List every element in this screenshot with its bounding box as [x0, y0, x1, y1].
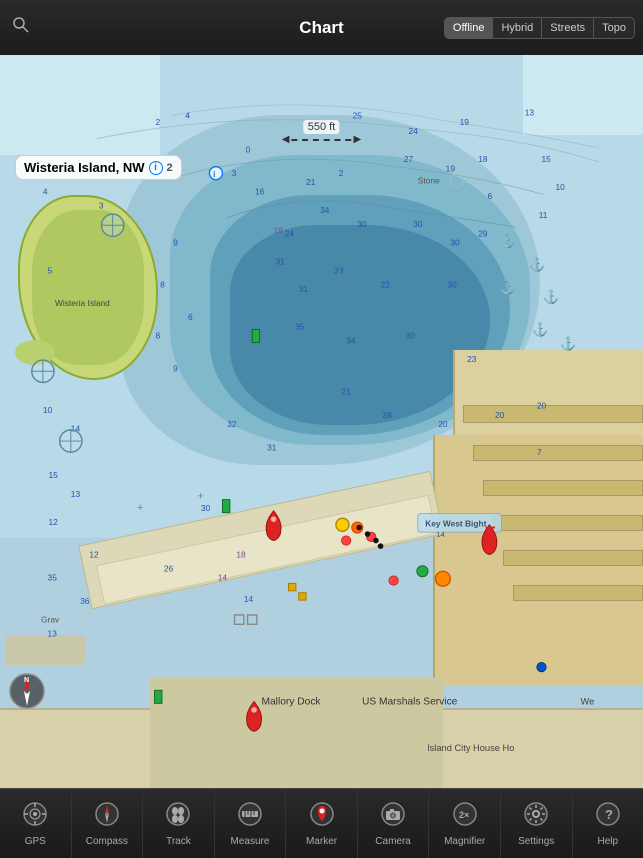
distance-arrow-right: ▶	[354, 134, 362, 145]
info-icon[interactable]: i	[149, 161, 163, 175]
bottom-item-settings[interactable]: Settings	[501, 789, 573, 858]
distance-arrow-left: ◀	[282, 134, 290, 145]
map-type-topo[interactable]: Topo	[594, 18, 634, 38]
compass-icon	[94, 801, 120, 833]
distance-line	[292, 139, 352, 141]
page-title: Chart	[299, 18, 343, 38]
bottom-item-camera[interactable]: Camera	[358, 789, 430, 858]
measure-icon	[237, 801, 263, 833]
help-icon: ?	[595, 801, 621, 833]
compass-rose[interactable]: N	[8, 672, 44, 708]
track-label: Track	[166, 836, 191, 847]
location-name: Wisteria Island, NW	[24, 160, 145, 175]
map-type-offline[interactable]: Offline	[445, 18, 494, 38]
map-area[interactable]: 18 18 14 2 4 25 24 19 13 18 15 10 19 27 …	[0, 55, 643, 788]
gps-label: GPS	[25, 836, 46, 847]
map-type-selector: Offline Hybrid Streets Topo	[444, 17, 635, 39]
bottom-item-gps[interactable]: GPS	[0, 789, 72, 858]
svg-text:2×: 2×	[459, 810, 469, 820]
gps-icon	[22, 801, 48, 833]
location-label[interactable]: Wisteria Island, NW i 2	[15, 155, 182, 180]
marker-label: Marker	[306, 836, 337, 847]
bottom-item-compass[interactable]: Compass	[72, 789, 144, 858]
svg-text:?: ?	[605, 807, 613, 822]
magnifier-label: Magnifier	[444, 836, 485, 847]
bottom-item-magnifier[interactable]: 2× Magnifier	[429, 789, 501, 858]
bottom-item-marker[interactable]: Marker	[286, 789, 358, 858]
measure-label: Measure	[231, 836, 270, 847]
map-type-hybrid[interactable]: Hybrid	[493, 18, 542, 38]
help-label: Help	[597, 836, 618, 847]
track-icon	[165, 801, 191, 833]
bottom-item-help[interactable]: ? Help	[573, 789, 643, 858]
map-canvas[interactable]: 18 18 14 2 4 25 24 19 13 18 15 10 19 27 …	[0, 55, 643, 788]
search-icon[interactable]	[12, 16, 30, 39]
settings-icon	[523, 801, 549, 833]
camera-label: Camera	[375, 836, 411, 847]
bottom-item-track[interactable]: Track	[143, 789, 215, 858]
magnifier-icon: 2×	[452, 801, 478, 833]
bottom-bar: GPS Compass Track	[0, 788, 643, 858]
marker-icon	[309, 801, 335, 833]
location-sublabel: 2	[167, 162, 173, 174]
header: Chart Offline Hybrid Streets Topo	[0, 0, 643, 55]
camera-icon	[380, 801, 406, 833]
svg-text:N: N	[24, 677, 29, 684]
bottom-item-measure[interactable]: Measure	[215, 789, 287, 858]
distance-indicator: 550 ft ◀ ▶	[282, 120, 361, 145]
distance-label: 550 ft	[304, 120, 340, 134]
map-type-streets[interactable]: Streets	[542, 18, 594, 38]
compass-label: Compass	[86, 836, 128, 847]
settings-label: Settings	[518, 836, 554, 847]
